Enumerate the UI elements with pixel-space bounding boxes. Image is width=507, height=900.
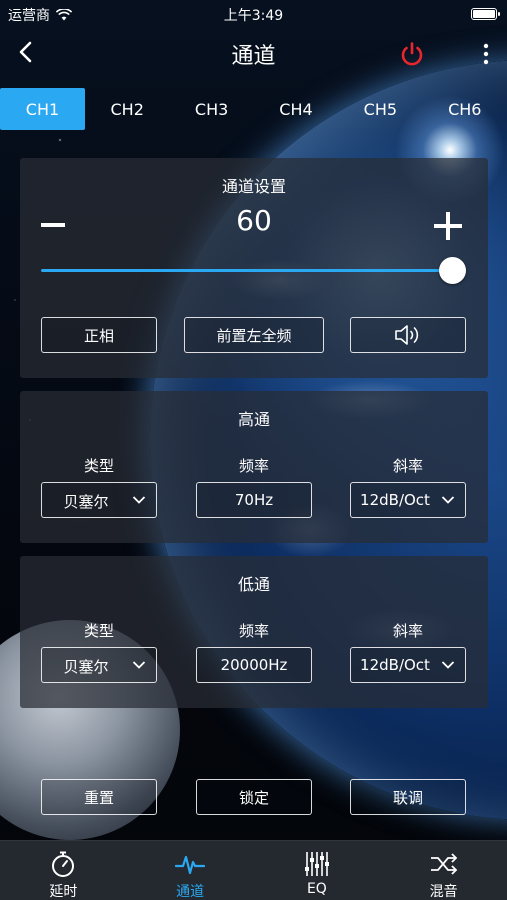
nav-bar: 通道 [0, 28, 507, 78]
channel-tabs: CH1 CH2 CH3 CH4 CH5 CH6 [0, 88, 507, 130]
highpass-freq-label: 频率 [238, 457, 269, 475]
volume-slider-thumb[interactable] [439, 257, 466, 284]
phase-button[interactable]: 正相 [41, 317, 157, 353]
highpass-freq-field[interactable]: 70Hz [196, 482, 312, 518]
bottom-tab-bar: 延时 通道 EQ 混音 [0, 840, 507, 900]
battery-icon [471, 8, 500, 20]
highpass-slope-value: 12dB/Oct [360, 491, 430, 509]
shuffle-icon [430, 853, 457, 875]
highpass-title: 高通 [237, 410, 270, 429]
lowpass-slope-label: 斜率 [392, 622, 423, 640]
source-button[interactable]: 前置左全频 [184, 317, 324, 353]
tab-mix[interactable]: 混音 [380, 841, 507, 900]
lowpass-type-value: 贝塞尔 [63, 658, 109, 676]
chevron-down-icon [132, 661, 146, 669]
status-time: 上午3:49 [223, 8, 284, 24]
status-bar: 运营商 上午3:49 [0, 0, 507, 28]
lock-button[interactable]: 锁定 [196, 779, 312, 815]
chevron-down-icon [441, 496, 455, 504]
tab-delay[interactable]: 延时 [0, 841, 127, 900]
channel-value: 60 [236, 204, 272, 237]
tab-eq[interactable]: EQ [254, 841, 381, 900]
lowpass-freq-field[interactable]: 20000Hz [196, 647, 312, 683]
plus-icon[interactable] [432, 210, 464, 242]
lowpass-type-select[interactable]: 贝塞尔 [41, 647, 157, 683]
lowpass-panel: 低通 类型 频率 斜率 贝塞尔 20000Hz 12dB/Oct [20, 556, 488, 708]
lowpass-slope-select[interactable]: 12dB/Oct [350, 647, 466, 683]
chevron-down-icon [132, 496, 146, 504]
speaker-icon [395, 325, 419, 345]
tab-ch4[interactable]: CH4 [254, 88, 338, 130]
channel-settings-title: 通道设置 [221, 177, 286, 196]
more-icon[interactable] [478, 40, 494, 68]
stopwatch-icon [52, 851, 75, 877]
equalizer-icon [304, 852, 329, 876]
channel-settings-panel: 通道设置 60 正相 前置左全频 [20, 158, 488, 378]
lowpass-type-label: 类型 [83, 622, 114, 640]
tab-ch3[interactable]: CH3 [169, 88, 253, 130]
volume-slider-track[interactable] [41, 269, 453, 272]
tab-channel-label: 通道 [176, 884, 205, 900]
chevron-down-icon [441, 661, 455, 669]
tab-delay-label: 延时 [49, 884, 78, 900]
lowpass-title: 低通 [237, 575, 270, 594]
tab-mix-label: 混音 [429, 884, 458, 900]
tab-ch6[interactable]: CH6 [423, 88, 507, 130]
highpass-slope-label: 斜率 [392, 457, 423, 475]
highpass-slope-select[interactable]: 12dB/Oct [350, 482, 466, 518]
speaker-button[interactable] [350, 317, 466, 353]
link-button[interactable]: 联调 [350, 779, 466, 815]
tab-eq-label: EQ [306, 881, 327, 897]
tab-channel[interactable]: 通道 [127, 841, 254, 900]
highpass-panel: 高通 类型 频率 斜率 贝塞尔 70Hz 12dB/Oct [20, 391, 488, 543]
tab-ch5[interactable]: CH5 [338, 88, 422, 130]
tab-ch2[interactable]: CH2 [85, 88, 169, 130]
highpass-type-value: 贝塞尔 [63, 493, 109, 511]
tab-ch1[interactable]: CH1 [0, 88, 85, 130]
highpass-type-select[interactable]: 贝塞尔 [41, 482, 157, 518]
lowpass-slope-value: 12dB/Oct [360, 656, 430, 674]
page-title: 通道 [231, 44, 276, 69]
power-icon[interactable] [398, 40, 426, 68]
lowpass-freq-label: 频率 [238, 622, 269, 640]
highpass-type-label: 类型 [83, 457, 114, 475]
waveform-icon [175, 855, 206, 875]
reset-button[interactable]: 重置 [41, 779, 157, 815]
